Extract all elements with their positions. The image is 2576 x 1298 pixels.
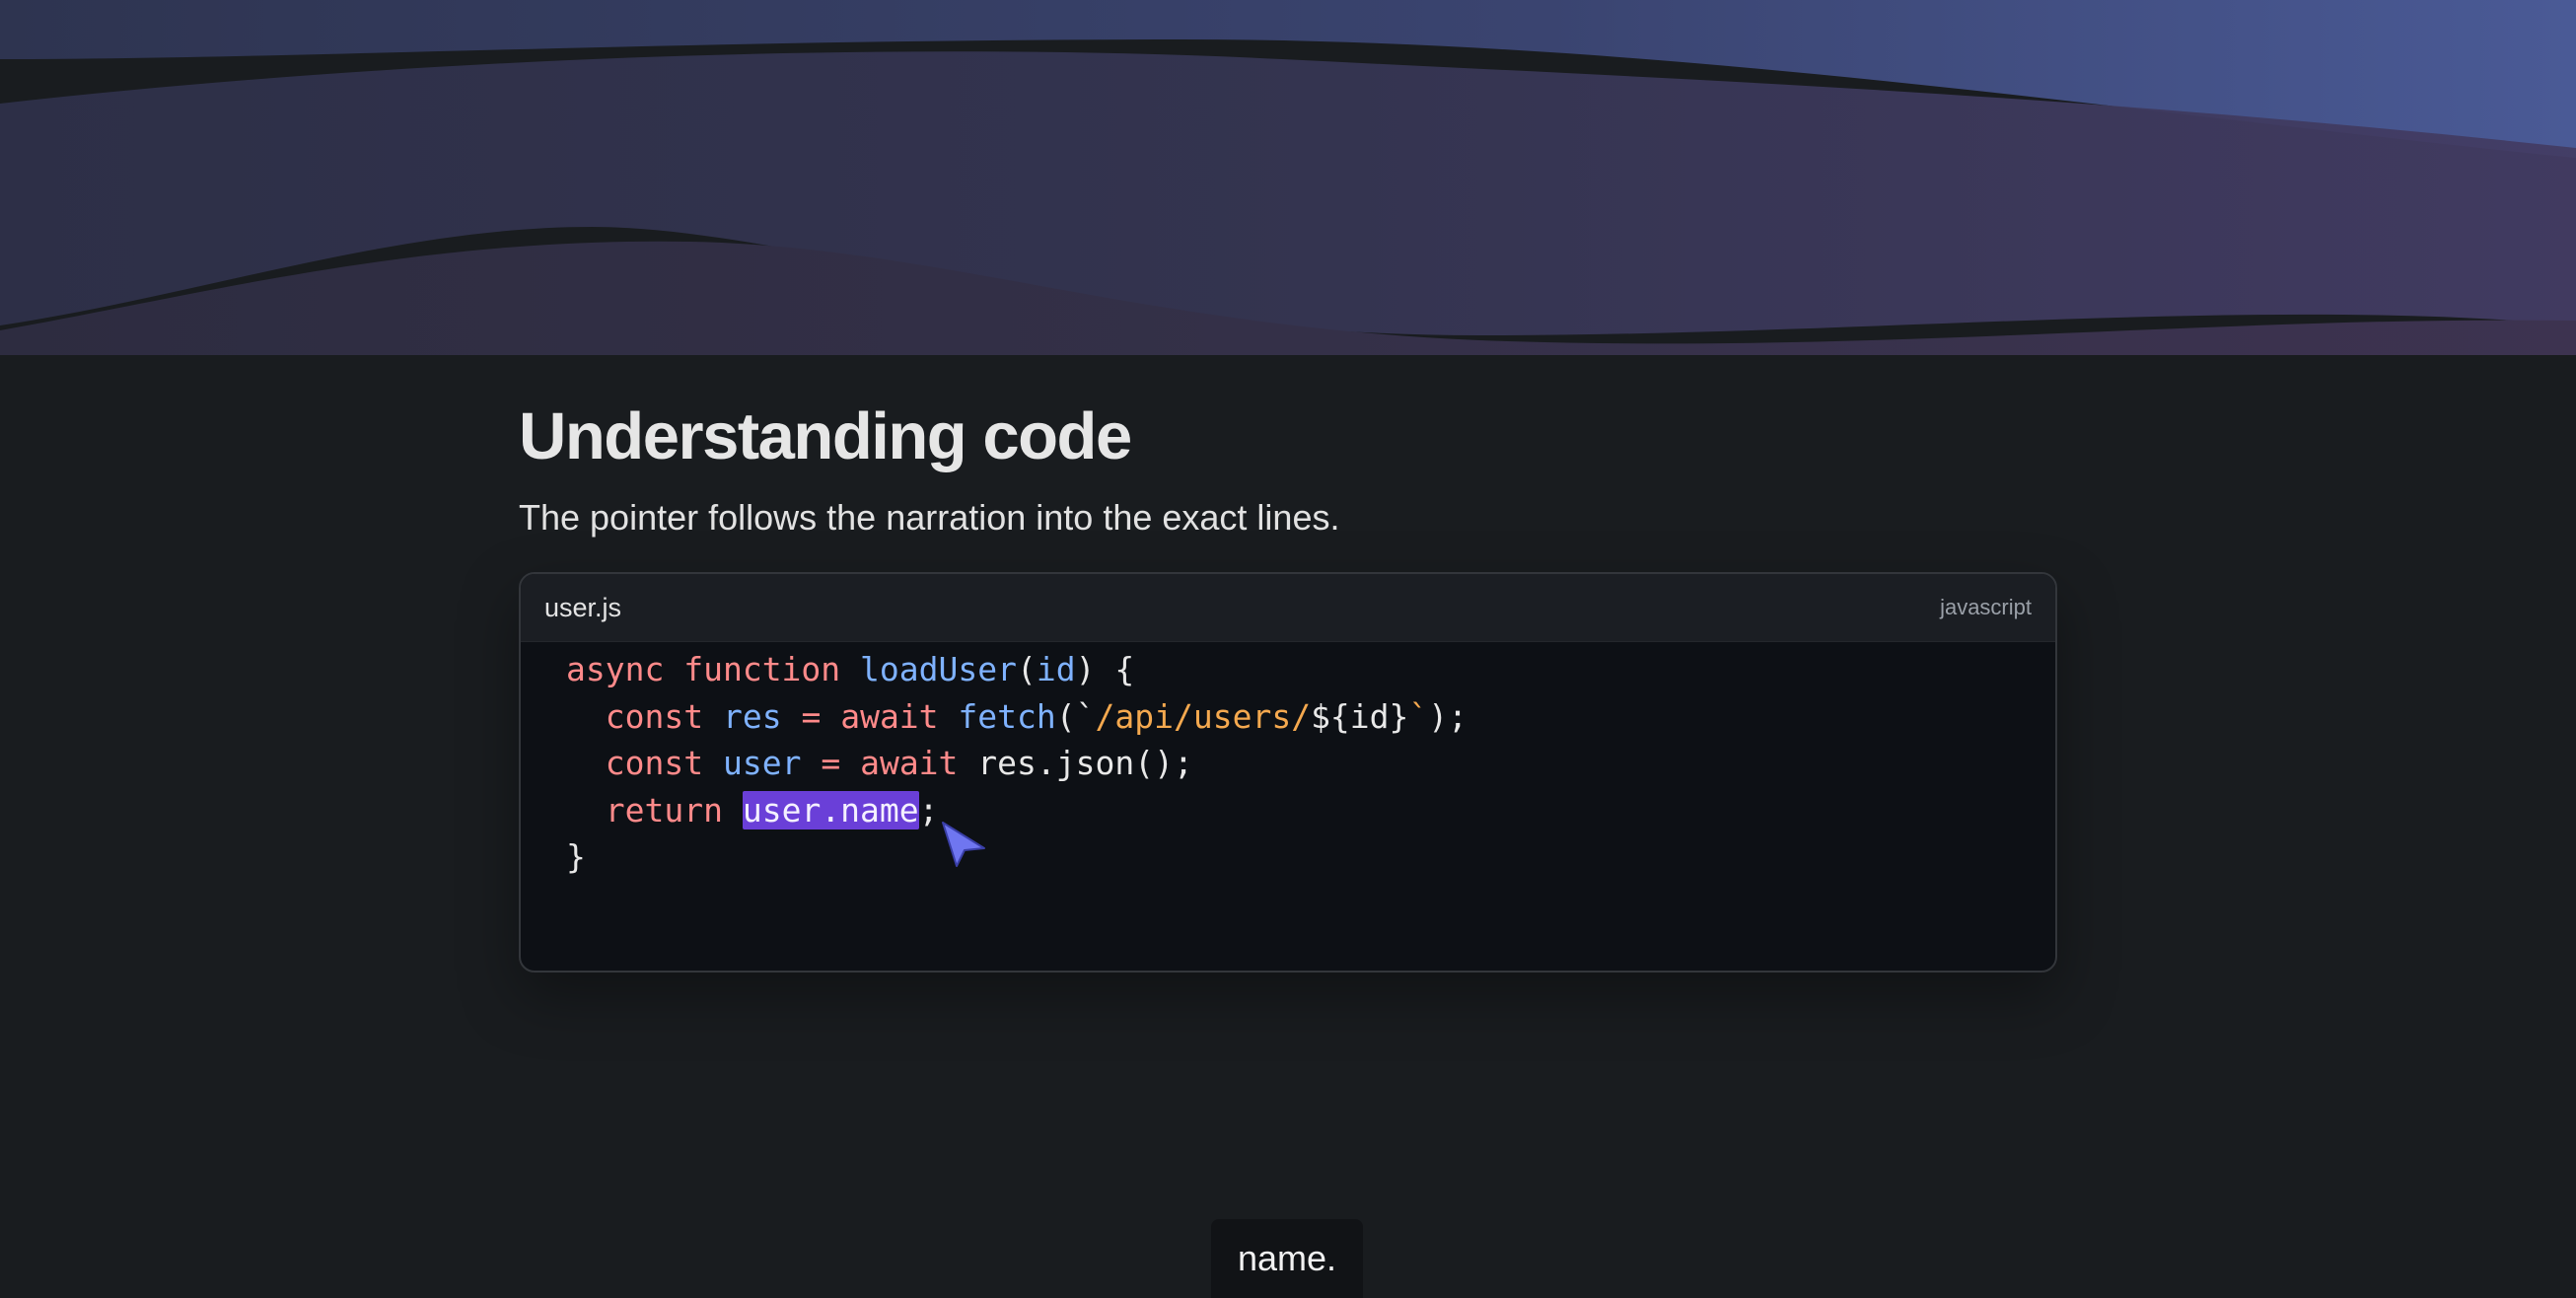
code-token: = [801,696,822,736]
code-token: res.json(); [977,744,1193,782]
code-language: javascript [1940,595,2032,619]
code-line: const res = await fetch(`/api/users/${id… [566,693,2055,741]
page-subtitle: The pointer follows the narration into t… [519,497,1340,538]
wave-background [0,0,2576,355]
code-token: /api/users/ [1095,696,1312,736]
article-header: Understanding code The pointer follows t… [519,393,2057,541]
code-token: } [566,837,586,876]
code-token: function [683,650,841,688]
code-token: ; [918,790,939,829]
code-line: } [566,833,2055,881]
code-block: user.js javascript async function loadUs… [519,572,2057,973]
code-token: const [605,696,704,736]
code-body[interactable]: async function loadUser(id) { const res … [521,646,2055,881]
code-token: return [605,790,723,829]
code-token: const [605,744,704,782]
code-token: ) { [1075,650,1135,688]
highlighted-token: user.name [742,790,919,829]
code-token: id [1036,650,1076,688]
code-token: ${id} [1311,696,1409,736]
code-header: user.js javascript [521,574,2055,642]
code-token: await [840,696,939,736]
code-line: async function loadUser(id) { [566,646,2055,693]
code-token: (` [1055,696,1096,736]
narration-caption: name. [1211,1219,1363,1298]
code-token: loadUser [860,650,1017,688]
page-title: Understanding code [519,399,1132,473]
code-token: async [566,650,665,688]
code-token: fetch [958,696,1056,736]
code-token: res [722,696,782,736]
hero-background [0,0,2576,355]
code-line: const user = await res.json(); [566,740,2055,787]
code-token: user [722,744,802,782]
code-token: ( [1017,650,1037,688]
code-line: return user.name; [566,787,2055,834]
code-filename: user.js [544,592,622,622]
cursor-arrow-icon [942,822,985,867]
code-token: = [821,744,841,782]
code-token: ); [1428,696,1468,736]
code-token: await [860,744,959,782]
code-token: ` [1408,696,1429,736]
